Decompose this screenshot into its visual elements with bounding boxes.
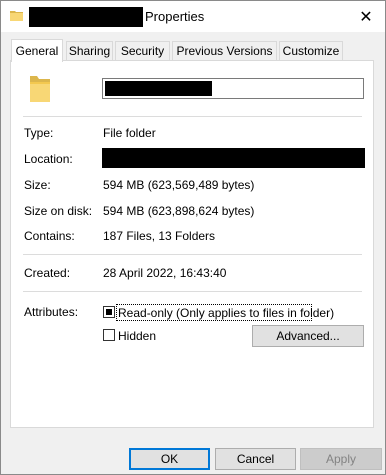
tab-customize[interactable]: Customize (279, 41, 343, 60)
tab-general[interactable]: General (11, 39, 63, 62)
folder-icon (30, 76, 50, 102)
attributes-label: Attributes: (24, 305, 79, 319)
indeterminate-mark (106, 309, 112, 315)
size-on-disk-label: Size on disk: (24, 204, 93, 218)
advanced-button[interactable]: Advanced... (252, 325, 364, 347)
size-on-disk-value: 594 MB (623,898,624 bytes) (103, 204, 255, 218)
size-label: Size: (24, 178, 51, 192)
cancel-button[interactable]: Cancel (215, 448, 296, 470)
tab-previous-versions[interactable]: Previous Versions (172, 41, 277, 60)
separator (23, 116, 362, 117)
contains-label: Contains: (24, 229, 75, 243)
contains-value: 187 Files, 13 Folders (103, 229, 216, 243)
type-value: File folder (103, 126, 156, 140)
apply-button[interactable]: Apply (300, 448, 382, 470)
window-title: Properties (145, 9, 205, 24)
redacted-folder-name (29, 7, 143, 27)
separator (23, 254, 362, 255)
folder-icon (10, 11, 23, 21)
created-label: Created: (24, 266, 71, 280)
ok-button[interactable]: OK (129, 448, 210, 470)
readonly-checkbox[interactable] (103, 306, 115, 318)
created-value: 28 April 2022, 16:43:40 (103, 266, 227, 280)
type-label: Type: (24, 126, 54, 140)
close-icon: ✕ (359, 9, 373, 26)
readonly-label[interactable]: Read-only (Only applies to files in fold… (118, 306, 334, 320)
tab-sharing[interactable]: Sharing (66, 41, 113, 60)
size-value: 594 MB (623,569,489 bytes) (103, 178, 255, 192)
location-label: Location: (24, 152, 73, 166)
hidden-checkbox[interactable] (103, 329, 115, 341)
separator (23, 291, 362, 292)
folder-name-field[interactable] (102, 78, 364, 99)
redacted-location (102, 148, 365, 168)
redacted-name (105, 81, 212, 96)
close-button[interactable]: ✕ (348, 3, 384, 31)
tab-security[interactable]: Security (115, 41, 170, 60)
hidden-label[interactable]: Hidden (118, 329, 156, 343)
properties-window: Properties ✕ General Sharing Security Pr… (0, 0, 386, 475)
title-bar: Properties ✕ (1, 1, 385, 32)
